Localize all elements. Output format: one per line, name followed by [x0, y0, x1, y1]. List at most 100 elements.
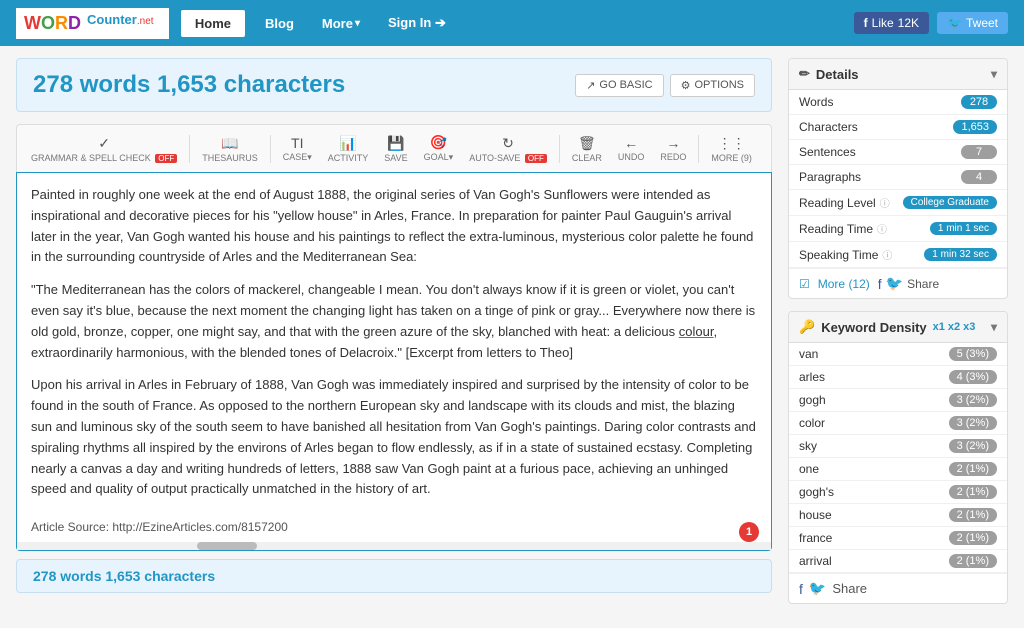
- more-tools-button[interactable]: ⋮⋮ MORE (9): [705, 132, 758, 166]
- logo: WORD Counter.net Every Word Counts: [16, 8, 169, 39]
- kd-word: gogh: [799, 393, 826, 407]
- kd-word: arrival: [799, 554, 832, 568]
- speaking-time-label: Speaking Time: [799, 248, 878, 262]
- detail-row-speaking-time: Speaking Time ⓘ 1 min 32 sec: [789, 242, 1007, 268]
- options-button[interactable]: ⚙ OPTIONS: [670, 74, 755, 97]
- facebook-share-icon[interactable]: f: [799, 581, 803, 597]
- case-button[interactable]: TI CASE▾: [277, 132, 318, 166]
- editor-text[interactable]: Painted in roughly one week at the end o…: [17, 173, 771, 512]
- goal-icon: 🎯: [430, 134, 447, 151]
- kd-x3-button[interactable]: x3: [963, 321, 975, 333]
- detail-row-reading-level: Reading Level ⓘ College Graduate: [789, 190, 1007, 216]
- scrollbar-thumb[interactable]: [197, 542, 257, 550]
- keyword-density-section: 🔑 Keyword Density x1 x2 x3 ▾ van 5 (3%) …: [788, 311, 1008, 604]
- kd-x2-button[interactable]: x2: [948, 321, 960, 333]
- redo-icon: →: [666, 135, 680, 151]
- details-more-icon: ☑: [799, 277, 810, 291]
- stats-actions: ↗ GO BASIC ⚙ OPTIONS: [575, 74, 755, 97]
- details-footer: ☑ More (12) f 🐦 Share: [789, 268, 1007, 298]
- kd-word: france: [799, 531, 832, 545]
- paragraphs-label: Paragraphs: [799, 170, 861, 184]
- kd-row-arrival: arrival 2 (1%): [789, 550, 1007, 573]
- logo-word: WORD: [24, 13, 81, 34]
- checkmark-icon: ✓: [98, 135, 110, 152]
- header-social: f Like 12K 🐦 Tweet: [854, 12, 1008, 34]
- words-value: 278: [961, 95, 997, 109]
- go-basic-button[interactable]: ↗ GO BASIC: [575, 74, 663, 97]
- kd-row-sky: sky 3 (2%): [789, 435, 1007, 458]
- nav-blog-link[interactable]: Blog: [257, 10, 302, 37]
- kd-count: 2 (1%): [949, 485, 997, 499]
- facebook-icon: f: [864, 16, 868, 30]
- kd-x1-button[interactable]: x1: [933, 321, 945, 333]
- kd-word: sky: [799, 439, 817, 453]
- toolbar-divider: [698, 135, 699, 163]
- text-paragraph-2: "The Mediterranean has the colors of mac…: [31, 280, 757, 363]
- editor-toolbar: ✓ GRAMMAR & SPELL CHECK OFF 📖 THESAURUS …: [16, 124, 772, 172]
- nav-home-button[interactable]: Home: [181, 10, 245, 37]
- kd-count: 5 (3%): [949, 347, 997, 361]
- details-more-link[interactable]: More (12): [818, 277, 870, 291]
- chart-icon: 📊: [339, 135, 356, 152]
- text-paragraph-3: Upon his arrival in Arles in February of…: [31, 375, 757, 500]
- article-source: Article Source: http://EzineArticles.com…: [17, 520, 771, 542]
- autosave-button[interactable]: ↻ AUTO-SAVE OFF: [463, 132, 553, 166]
- paragraphs-value: 4: [961, 170, 997, 184]
- chevron-down-icon: ▾: [355, 18, 360, 29]
- reading-time-value: 1 min 1 sec: [930, 222, 997, 235]
- twitter-share-icon[interactable]: 🐦: [886, 275, 903, 292]
- collapse-icon[interactable]: ▾: [991, 320, 997, 334]
- clear-button[interactable]: 🗑 CLEAR: [566, 132, 608, 166]
- pencil-icon: ✏: [799, 66, 810, 82]
- text-editor-area[interactable]: Painted in roughly one week at the end o…: [16, 172, 772, 551]
- twitter-share-icon[interactable]: 🐦: [809, 580, 826, 597]
- nav-signin-link[interactable]: Sign In ➔: [380, 9, 454, 37]
- detail-row-words: Words 278: [789, 90, 1007, 115]
- clear-icon: 🗑: [578, 135, 596, 152]
- twitter-tweet-button[interactable]: 🐦 Tweet: [937, 12, 1008, 34]
- info-icon[interactable]: ⓘ: [882, 247, 892, 262]
- header: WORD Counter.net Every Word Counts Home …: [0, 0, 1024, 46]
- kd-count: 3 (2%): [949, 439, 997, 453]
- thesaurus-button[interactable]: 📖 THESAURUS: [196, 132, 264, 166]
- undo-icon: ←: [624, 135, 638, 151]
- sentences-label: Sentences: [799, 145, 856, 159]
- kd-share-label: Share: [832, 581, 867, 596]
- goal-button[interactable]: 🎯 GOAL▾: [418, 131, 460, 166]
- autosave-icon: ↻: [502, 135, 514, 152]
- save-button[interactable]: 💾 SAVE: [378, 132, 413, 166]
- facebook-share-icon[interactable]: f: [878, 276, 882, 292]
- key-icon: 🔑: [799, 319, 815, 335]
- kd-count: 2 (1%): [949, 462, 997, 476]
- grid-icon: ⋮⋮: [718, 135, 746, 152]
- scrollbar[interactable]: [17, 542, 771, 550]
- details-section: ✏ Details ▾ Words 278 Characters 1,653 S…: [788, 58, 1008, 299]
- bottom-stats-bar: 278 words 1,653 characters: [16, 559, 772, 593]
- toolbar-divider: [559, 135, 560, 163]
- facebook-like-button[interactable]: f Like 12K: [854, 12, 929, 34]
- activity-button[interactable]: 📊 ACTIVITY: [322, 132, 375, 166]
- detail-row-characters: Characters 1,653: [789, 115, 1007, 140]
- info-icon[interactable]: ⓘ: [877, 221, 887, 236]
- case-icon: TI: [291, 135, 303, 151]
- book-icon: 📖: [221, 135, 238, 152]
- kd-word: van: [799, 347, 818, 361]
- save-icon: 💾: [387, 135, 404, 152]
- nav-more-link[interactable]: More ▾: [314, 10, 368, 37]
- kd-row-one: one 2 (1%): [789, 458, 1007, 481]
- details-header: ✏ Details ▾: [789, 59, 1007, 90]
- grammar-spell-check-button[interactable]: ✓ GRAMMAR & SPELL CHECK OFF: [25, 132, 183, 166]
- kd-word: arles: [799, 370, 825, 384]
- detail-row-paragraphs: Paragraphs 4: [789, 165, 1007, 190]
- kd-row-color: color 3 (2%): [789, 412, 1007, 435]
- undo-button[interactable]: ← UNDO: [612, 132, 651, 165]
- kd-footer: f 🐦 Share: [789, 573, 1007, 603]
- kd-word: house: [799, 508, 832, 522]
- redo-button[interactable]: → REDO: [654, 132, 692, 165]
- main-content: 278 words 1,653 characters ↗ GO BASIC ⚙ …: [0, 46, 1024, 628]
- share-label: Share: [907, 277, 939, 291]
- info-icon[interactable]: ⓘ: [880, 195, 890, 210]
- characters-value: 1,653: [953, 120, 997, 134]
- collapse-icon[interactable]: ▾: [991, 67, 997, 81]
- text-paragraph-1: Painted in roughly one week at the end o…: [31, 185, 757, 268]
